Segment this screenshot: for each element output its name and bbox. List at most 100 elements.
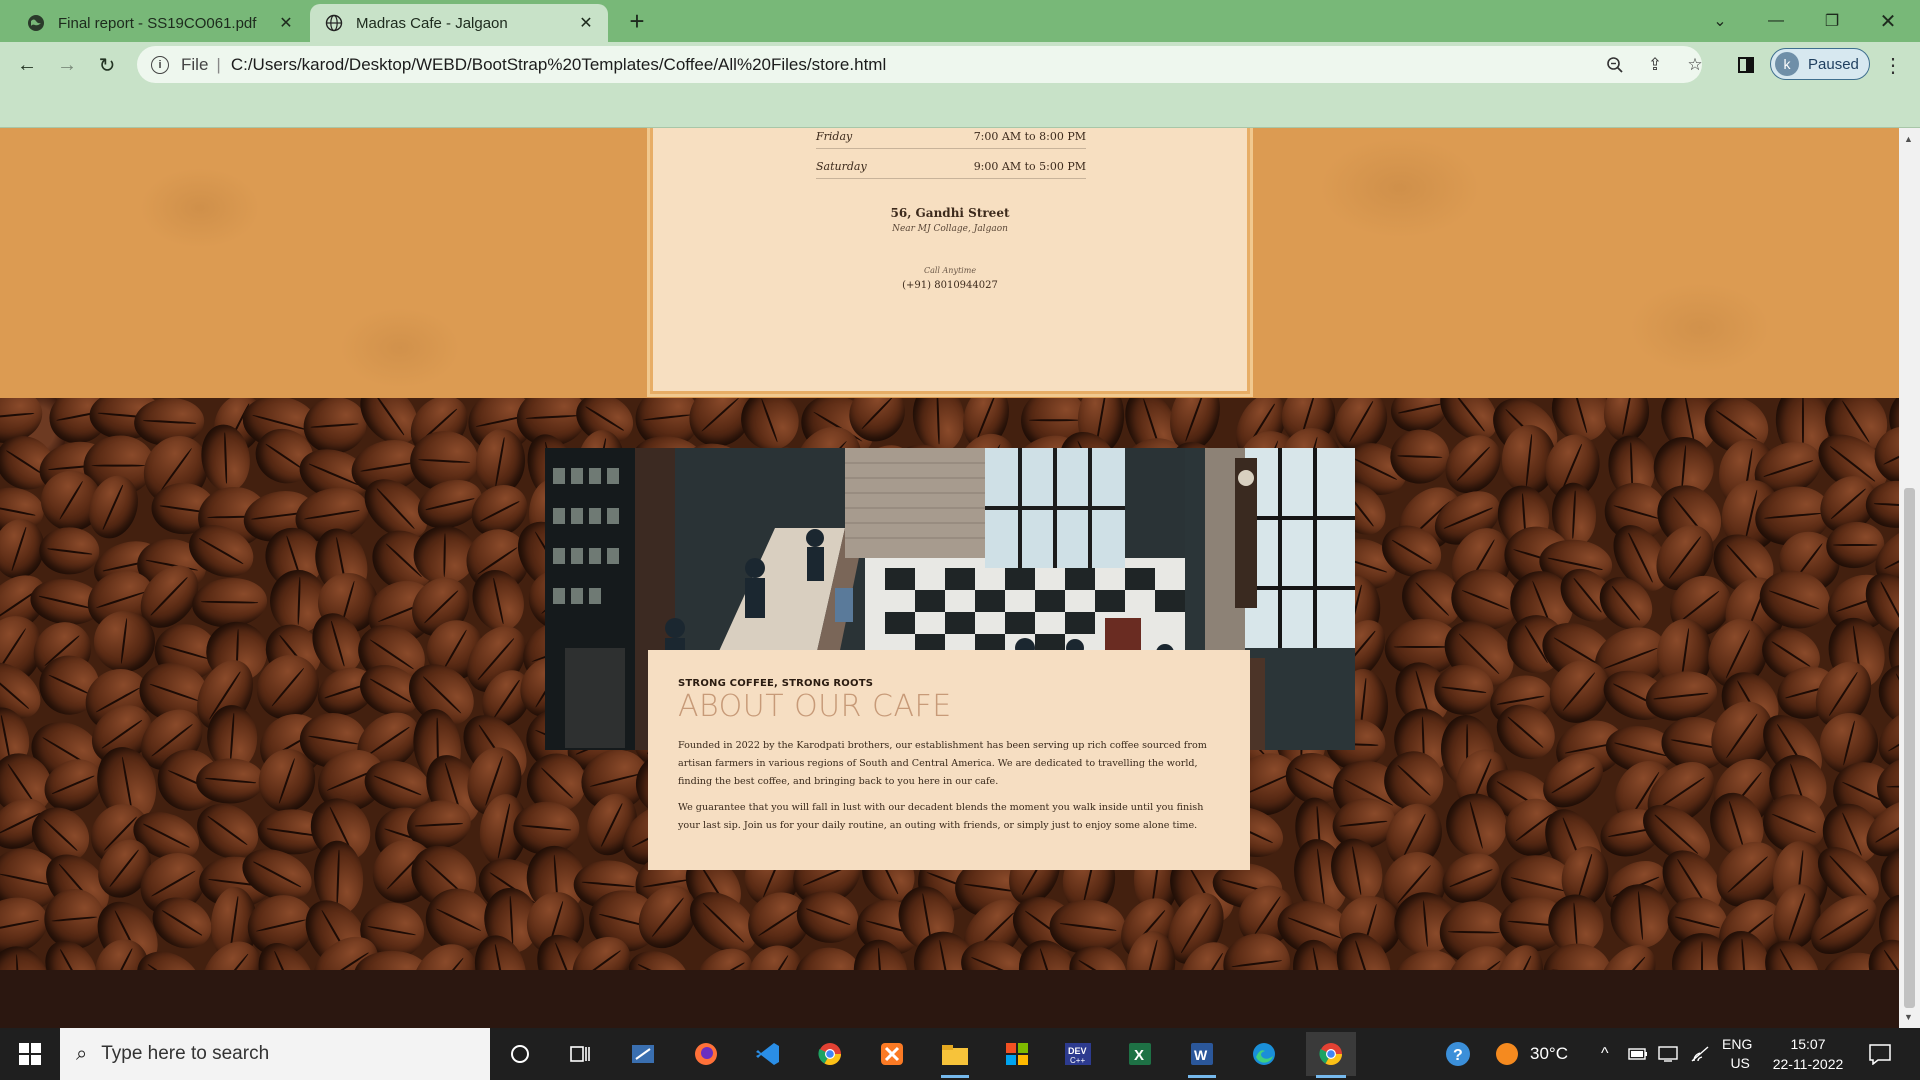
page-footer <box>0 970 1899 1028</box>
notification-icon[interactable] <box>1868 1028 1892 1080</box>
hours-day: Saturday <box>816 160 867 173</box>
tray-overflow-icon[interactable]: ^ <box>1601 1028 1609 1080</box>
address-street: 56, Gandhi Street <box>890 206 1010 220</box>
active-indicator <box>941 1075 969 1078</box>
svg-text:?: ? <box>1453 1047 1463 1064</box>
chrome-icon[interactable] <box>810 1036 850 1072</box>
reload-button[interactable]: ↻ <box>92 50 122 80</box>
dev-cpp-icon[interactable]: DEV C++ <box>1058 1036 1098 1072</box>
scrollbar-thumb[interactable] <box>1904 488 1915 1008</box>
coffee-bean <box>793 945 863 970</box>
clock-date: 22-11-2022 <box>1772 1056 1844 1072</box>
windows-start-button[interactable] <box>0 1028 60 1080</box>
store-hours-section: Friday 7:00 AM to 8:00 PM Saturday 9:00 … <box>0 128 1899 398</box>
xampp-icon[interactable] <box>872 1036 912 1072</box>
clock-time: 15:07 <box>1790 1036 1826 1052</box>
firefox-icon[interactable] <box>686 1036 726 1072</box>
language-indicator[interactable]: ENG US <box>1722 1028 1752 1080</box>
hours-time: 7:00 AM to 8:00 PM <box>973 130 1086 143</box>
profile-status: Paused <box>1808 55 1859 73</box>
clock[interactable]: 15:07 22-11-2022 <box>1768 1028 1848 1080</box>
minimize-button[interactable]: — <box>1748 0 1804 42</box>
vscode-icon[interactable] <box>748 1036 788 1072</box>
browser-toolbar: ← → ↻ i File | C:/Users/karod/Desktop/WE… <box>0 42 1920 88</box>
hours-row: Saturday 9:00 AM to 5:00 PM <box>816 155 1086 179</box>
globe-icon <box>324 13 344 33</box>
active-indicator <box>1188 1075 1216 1078</box>
search-placeholder: Type here to search <box>101 1043 270 1064</box>
share-icon[interactable]: ⇪ <box>1642 52 1668 78</box>
about-paragraph: We guarantee that you will fall in lust … <box>678 802 1204 831</box>
weather-widget[interactable]: 30°C <box>1494 1028 1568 1080</box>
close-tab-icon[interactable]: ✕ <box>576 13 596 33</box>
svg-text:C++: C++ <box>1070 1056 1085 1065</box>
hours-time: 9:00 AM to 5:00 PM <box>973 160 1086 173</box>
wifi-icon[interactable] <box>1690 1028 1710 1080</box>
help-icon[interactable]: ? <box>1444 1028 1472 1080</box>
call-label: Call Anytime <box>923 266 977 275</box>
address-url[interactable]: C:/Users/karod/Desktop/WEBD/BootStrap%20… <box>231 55 886 75</box>
coffee-bean <box>196 757 265 804</box>
cortana-icon[interactable] <box>500 1036 540 1072</box>
tab-title: Final report - SS19CO061.pdf <box>58 14 257 32</box>
about-subheading: STRONG COFFEE, STRONG ROOTS <box>678 678 874 689</box>
back-button[interactable]: ← <box>12 50 42 80</box>
windows-logo-icon <box>19 1043 41 1065</box>
microsoft-store-icon[interactable] <box>997 1036 1037 1072</box>
new-tab-button[interactable]: + <box>622 6 652 37</box>
tab-final-report[interactable]: Final report - SS19CO061.pdf ✕ <box>8 4 308 42</box>
store-hours-card: Friday 7:00 AM to 8:00 PM Saturday 9:00 … <box>650 128 1250 394</box>
bookmark-star-icon[interactable]: ☆ <box>1682 52 1708 78</box>
scroll-up-arrow-icon[interactable]: ▲ <box>1904 134 1913 144</box>
tab-madras-cafe[interactable]: Madras Cafe - Jalgaon ✕ <box>310 4 608 42</box>
windows-taskbar: ⌕ Type here to search DEV C++ X W ? 30°C … <box>0 1028 1920 1080</box>
search-icon: ⌕ <box>76 1042 88 1065</box>
hours-row: Friday 7:00 AM to 8:00 PM <box>816 128 1086 149</box>
edge-icon[interactable] <box>1244 1036 1284 1072</box>
menu-kebab-icon[interactable]: ⋮ <box>1880 52 1906 78</box>
zoom-icon[interactable] <box>1602 52 1628 78</box>
coffee-bean <box>1433 664 1494 715</box>
tab-title: Madras Cafe - Jalgaon <box>356 14 508 32</box>
chrome-active-icon[interactable] <box>1306 1032 1356 1078</box>
about-heading: ABOUT OUR CAFE <box>678 689 952 724</box>
network-display-icon[interactable] <box>1658 1028 1680 1080</box>
keyboard-layout: US <box>1730 1055 1750 1071</box>
word-icon[interactable]: W <box>1182 1036 1222 1078</box>
taskbar-search-box[interactable]: ⌕ Type here to search <box>60 1028 490 1080</box>
avatar: k <box>1775 52 1799 76</box>
snipping-tool-icon[interactable] <box>623 1036 663 1072</box>
bookmarks-bar <box>0 88 1920 128</box>
info-icon[interactable]: i <box>151 55 169 74</box>
task-view-icon[interactable] <box>560 1036 600 1072</box>
page-scrollbar[interactable]: ▲ ▼ <box>1899 128 1920 1028</box>
address-bar[interactable]: i File | C:/Users/karod/Desktop/WEBD/Boo… <box>137 46 1702 83</box>
close-tab-icon[interactable]: ✕ <box>276 13 296 33</box>
phone-number[interactable]: (+91) 8010944027 <box>653 280 1247 291</box>
battery-icon[interactable] <box>1628 1028 1648 1080</box>
side-panel-icon[interactable] <box>1733 52 1759 78</box>
excel-icon[interactable]: X <box>1120 1036 1160 1072</box>
coffee-bean <box>1388 427 1452 485</box>
coffee-bean <box>38 527 100 576</box>
file-explorer-icon[interactable] <box>935 1036 975 1078</box>
weather-temp: 30°C <box>1530 1044 1568 1063</box>
about-paragraph: Founded in 2022 by the Karodpati brother… <box>678 740 1207 787</box>
globe-icon <box>26 13 46 33</box>
forward-button[interactable]: → <box>52 50 82 80</box>
close-window-button[interactable]: ✕ <box>1860 0 1916 42</box>
active-indicator <box>1316 1075 1346 1078</box>
svg-text:W: W <box>1194 1047 1208 1063</box>
coffee-bean <box>93 610 156 673</box>
profile-button[interactable]: k Paused <box>1770 48 1870 80</box>
hours-day: Friday <box>816 130 853 143</box>
address-scheme: File <box>181 54 209 74</box>
address-landmark: Near MJ Collage, Jalgaon <box>892 224 1008 234</box>
coffee-bean <box>1543 944 1612 970</box>
page-viewport: Friday 7:00 AM to 8:00 PM Saturday 9:00 … <box>0 128 1899 1028</box>
language-code: ENG <box>1722 1036 1753 1052</box>
restore-button[interactable]: ❐ <box>1804 0 1860 42</box>
tab-search-icon[interactable]: ⌄ <box>1692 0 1748 42</box>
scroll-down-arrow-icon[interactable]: ▼ <box>1904 1012 1913 1022</box>
svg-text:DEV: DEV <box>1068 1046 1087 1056</box>
